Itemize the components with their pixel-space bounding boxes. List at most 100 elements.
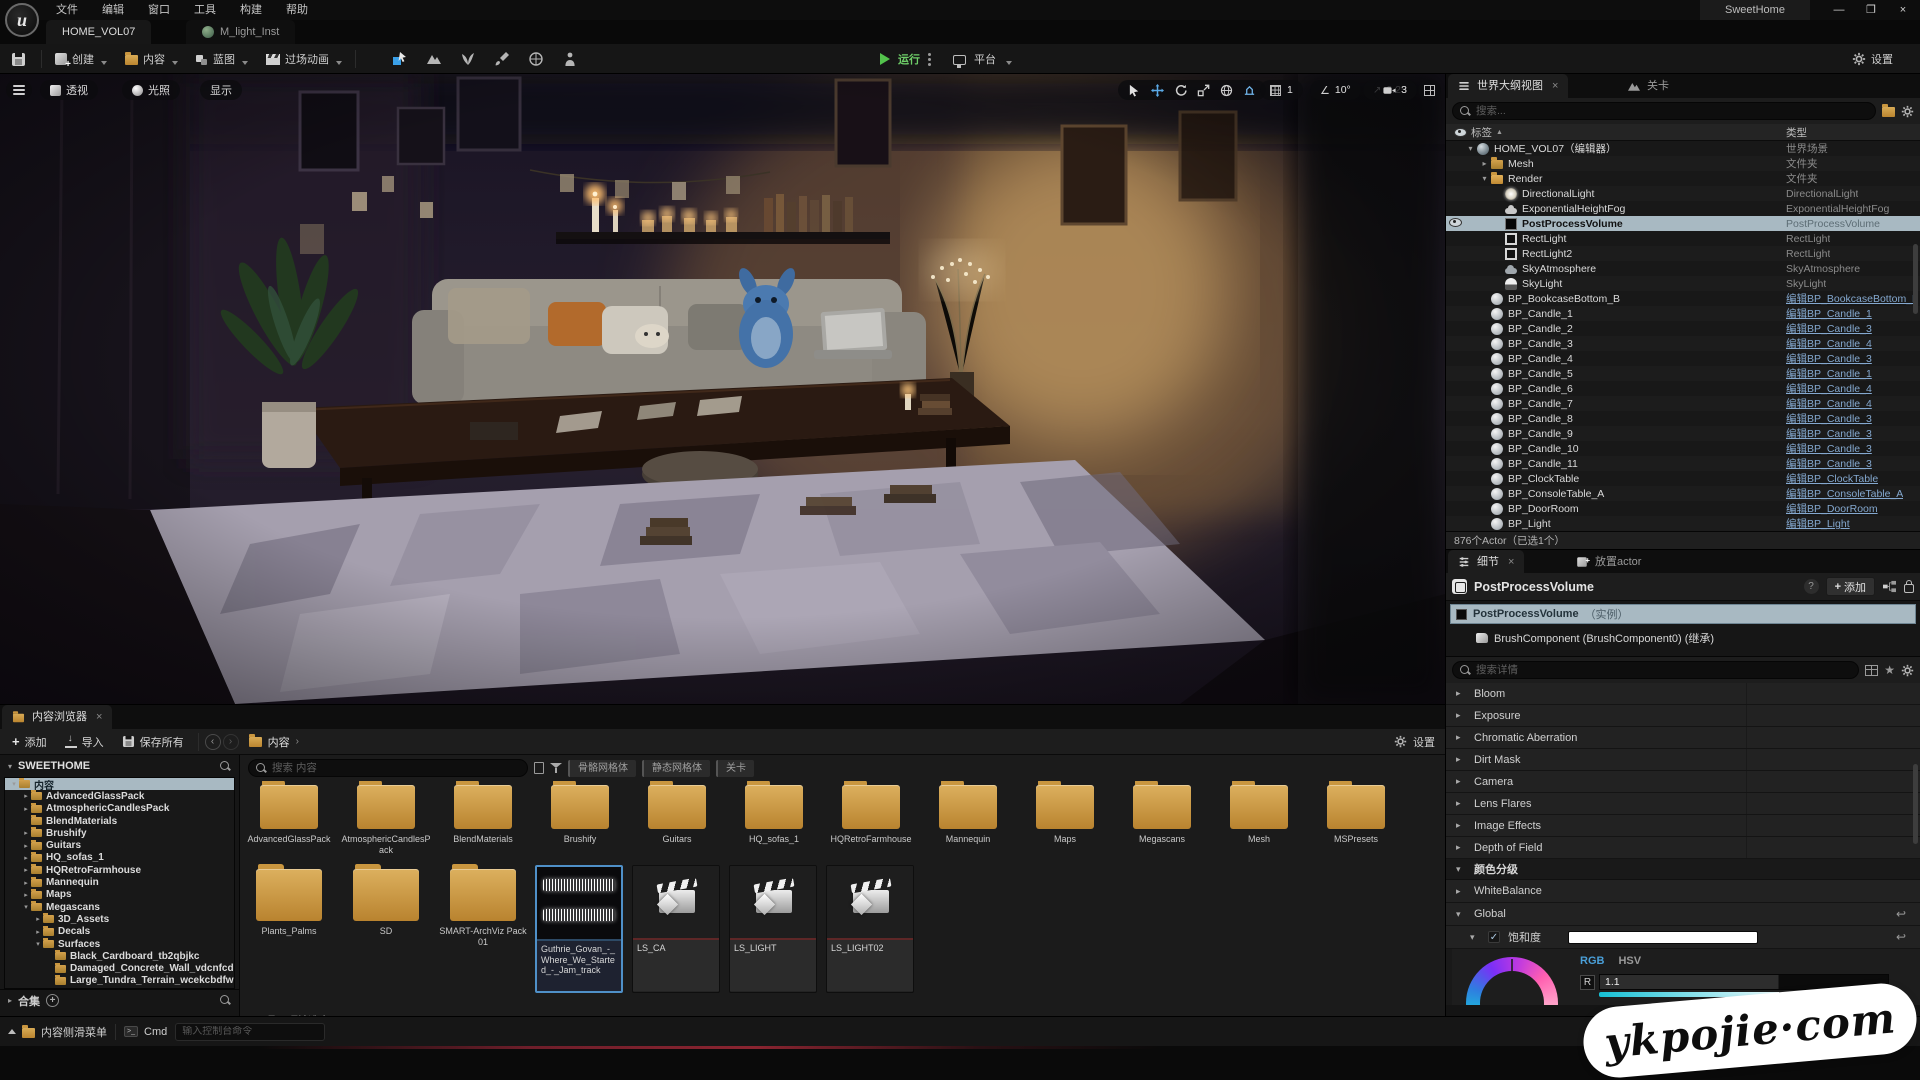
world-space-icon[interactable]	[1220, 84, 1233, 97]
modeling-mode-icon[interactable]	[528, 51, 544, 67]
outliner-row[interactable]: BP_Candle_9编辑BP_Candle_3	[1446, 426, 1920, 441]
cb-tree-item[interactable]: ▸Maps	[5, 889, 234, 901]
outliner-search[interactable]	[1452, 102, 1876, 120]
expander-icon[interactable]: ▾	[21, 903, 31, 911]
section-lens-flares[interactable]: ▸Lens Flares	[1446, 793, 1920, 815]
details-search[interactable]	[1452, 661, 1859, 679]
create-folder-icon[interactable]	[1882, 107, 1895, 117]
section-global[interactable]: ▾ Global ↩	[1446, 903, 1920, 926]
outliner-row[interactable]: DirectionalLightDirectionalLight	[1446, 186, 1920, 201]
expander-icon[interactable]: ▸	[21, 829, 31, 837]
section-bloom[interactable]: ▸Bloom	[1446, 683, 1920, 705]
edit-blueprint-link[interactable]: 编辑BP_Candle_3	[1786, 321, 1872, 336]
close-icon[interactable]: ×	[1508, 550, 1514, 574]
create-button[interactable]: 创建	[46, 44, 116, 74]
cb-tree-item[interactable]: ▾内容	[5, 778, 234, 790]
select-tool-icon[interactable]	[1128, 84, 1141, 97]
cb-tree-item[interactable]: ▸Brushify	[5, 827, 234, 839]
asset-folder-tile[interactable]: BlendMaterials	[438, 785, 528, 845]
outliner-row[interactable]: BP_Candle_1编辑BP_Candle_1	[1446, 306, 1920, 321]
grid-snap-control[interactable]: 1	[1260, 80, 1303, 100]
close-icon[interactable]: ×	[96, 705, 102, 729]
edit-blueprint-link[interactable]: 编辑BP_Candle_3	[1786, 411, 1872, 426]
outliner-row[interactable]: SkyAtmosphereSkyAtmosphere	[1446, 261, 1920, 276]
visibility-eye-icon[interactable]	[1449, 217, 1465, 230]
content-drawer-button[interactable]: 内容侧滑菜单	[8, 1024, 107, 1040]
cb-settings-button[interactable]: 设置	[1413, 734, 1435, 750]
surface-snap-icon[interactable]	[1243, 84, 1256, 97]
cb-tree-item[interactable]: ▸Guitars	[5, 839, 234, 851]
filter-skeletal-mesh[interactable]: 骨骼网格体	[568, 760, 636, 777]
edit-blueprint-link[interactable]: 编辑BP_Candle_3	[1786, 456, 1872, 471]
section-dirt-mask[interactable]: ▸Dirt Mask	[1446, 749, 1920, 771]
outliner-row[interactable]: BP_Candle_3编辑BP_Candle_4	[1446, 336, 1920, 351]
component-hierarchy-icon[interactable]	[1882, 580, 1897, 593]
expander-icon[interactable]: ▸	[21, 866, 31, 874]
cb-tree-item[interactable]: ▸Mannequin	[5, 876, 234, 888]
outliner-row[interactable]: BP_Candle_4编辑BP_Candle_3	[1446, 351, 1920, 366]
platforms-button[interactable]: 平台	[974, 51, 996, 67]
back-button[interactable]: ‹	[205, 734, 221, 750]
play-label[interactable]: 运行	[898, 51, 920, 67]
outliner-row[interactable]: ▾HOME_VOL07（编辑器）世界场景	[1446, 141, 1920, 156]
type-column-header[interactable]: 类型	[1786, 125, 1807, 140]
asset-folder-tile[interactable]: Mannequin	[923, 785, 1013, 845]
expander-icon[interactable]: ▾	[1479, 174, 1490, 183]
component-row-brushcomponent[interactable]: BrushComponent (BrushComponent0) (继承)	[1450, 628, 1916, 648]
expander-icon[interactable]: ▾	[1465, 144, 1476, 153]
viewport-options-button[interactable]	[6, 80, 32, 100]
outliner-scrollbar[interactable]	[1913, 244, 1918, 314]
outliner-row[interactable]: PostProcessVolumePostProcessVolume	[1446, 216, 1920, 231]
outliner-row[interactable]: BP_DoorRoom编辑BP_DoorRoom	[1446, 501, 1920, 516]
edit-blueprint-link[interactable]: 编辑BP_ClockTable	[1786, 471, 1878, 486]
close-icon[interactable]: ×	[1552, 74, 1558, 98]
cb-tree-item[interactable]: Damaged_Concrete_Wall_vdcnfcd	[5, 962, 234, 974]
help-icon[interactable]: ?	[1804, 579, 1819, 594]
filter-level[interactable]: 关卡	[716, 760, 754, 777]
section-color-grading[interactable]: ▾ 颜色分级	[1446, 859, 1920, 880]
tab-world-outliner[interactable]: 世界大纲视图×	[1448, 74, 1568, 98]
expander-icon[interactable]: ▸	[33, 928, 43, 936]
blueprint-button[interactable]: 蓝图	[187, 44, 257, 74]
outliner-row[interactable]: BP_Candle_2编辑BP_Candle_3	[1446, 321, 1920, 336]
asset-folder-tile[interactable]: Mesh	[1214, 785, 1304, 845]
asset-folder-tile[interactable]: HQ_sofas_1	[729, 785, 819, 845]
content-button[interactable]: 内容	[116, 44, 187, 74]
details-search-input[interactable]	[1476, 664, 1851, 676]
cb-tree-item[interactable]: ▸3D_Assets	[5, 913, 234, 925]
red-channel-field[interactable]: 1.1	[1599, 974, 1889, 990]
section-exposure[interactable]: ▸Exposure	[1446, 705, 1920, 727]
edit-blueprint-link[interactable]: 编辑BP_DoorRoom	[1786, 501, 1878, 516]
cb-tree-item[interactable]: ▾Megascans	[5, 901, 234, 913]
cb-tree-item[interactable]: ▸HQ_sofas_1	[5, 852, 234, 864]
edit-blueprint-link[interactable]: 编辑BP_Candle_1	[1786, 306, 1872, 321]
outliner-row[interactable]: BP_Candle_6编辑BP_Candle_4	[1446, 381, 1920, 396]
tab-content-browser[interactable]: 内容浏览器×	[2, 705, 112, 729]
show-button[interactable]: 显示	[200, 80, 242, 100]
favorites-icon[interactable]: ★	[1884, 663, 1895, 677]
cb-tree-item[interactable]: Black_Cardboard_tb2qbjkc	[5, 950, 234, 962]
saturation-checkbox[interactable]: ✓	[1488, 931, 1500, 943]
search-icon[interactable]	[220, 995, 231, 1006]
saved-filter-icon[interactable]	[534, 762, 544, 774]
edit-blueprint-link[interactable]: 编辑BP_BookcaseBottom_B	[1786, 291, 1916, 306]
cb-tree-item[interactable]: ▸AtmosphericCandlesPack	[5, 803, 234, 815]
outliner-row[interactable]: BP_Candle_11编辑BP_Candle_3	[1446, 456, 1920, 471]
outliner-row[interactable]: BP_ConsoleTable_A编辑BP_ConsoleTable_A	[1446, 486, 1920, 501]
edit-blueprint-link[interactable]: 编辑BP_ConsoleTable_A	[1786, 486, 1903, 501]
expander-icon[interactable]: ▸	[33, 915, 43, 923]
visibility-column-icon[interactable]	[1454, 127, 1467, 137]
asset-sequence-tile[interactable]: LS_LIGHT	[729, 865, 817, 993]
outliner-row[interactable]: RectLightRectLight	[1446, 231, 1920, 246]
rotation-snap-control[interactable]: ∠ 10°	[1310, 80, 1361, 100]
save-button[interactable]	[0, 44, 37, 74]
tab-m-light-inst[interactable]: M_light_Inst	[186, 20, 295, 44]
expander-icon[interactable]: ▸	[21, 842, 31, 850]
outliner-row[interactable]: SkyLightSkyLight	[1446, 276, 1920, 291]
menu-edit[interactable]: 编辑	[102, 0, 124, 20]
outliner-row[interactable]: BP_Candle_7编辑BP_Candle_4	[1446, 396, 1920, 411]
edit-blueprint-link[interactable]: 编辑BP_Candle_4	[1786, 396, 1872, 411]
section-depth-of-field[interactable]: ▸Depth of Field	[1446, 837, 1920, 859]
asset-sequence-tile[interactable]: LS_LIGHT02	[826, 865, 914, 993]
search-icon[interactable]	[220, 761, 231, 772]
